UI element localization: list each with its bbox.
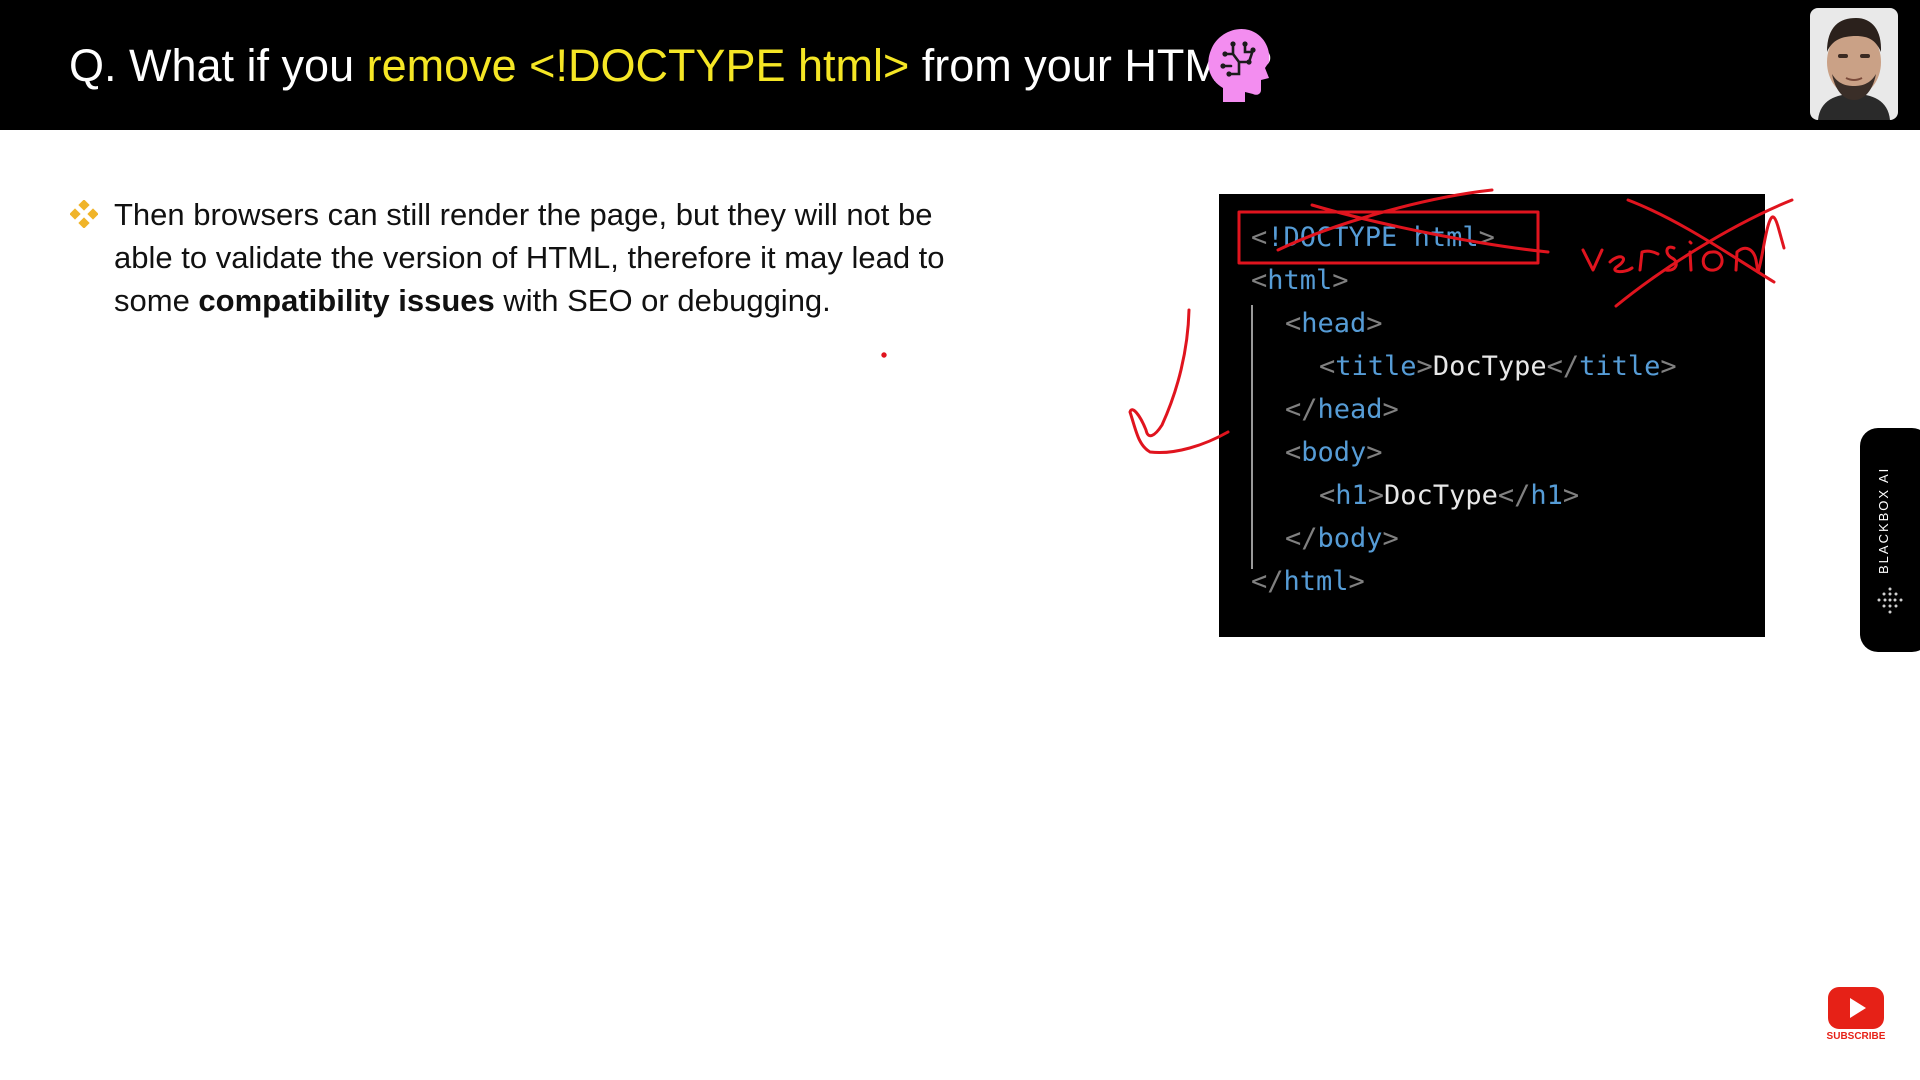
bullet-text: Then browsers can still render the page,…	[114, 193, 994, 322]
code-line-body-close: </body>	[1285, 523, 1399, 554]
code-line-h1: <h1>DocType</h1>	[1319, 480, 1580, 511]
diamond-bullet-icon	[70, 200, 98, 228]
bullet-text-post: with SEO or debugging.	[494, 283, 831, 318]
blackbox-ai-label[interactable]: BLACKBOX AI	[1876, 460, 1906, 580]
title-pre: Q. What if you	[69, 40, 367, 91]
code-line-doctype: <!DOCTYPE html>	[1251, 222, 1495, 253]
subscribe-label[interactable]: SUBSCRIBE	[1820, 1031, 1892, 1042]
slide-title: Q. What if you remove <!DOCTYPE html> fr…	[69, 40, 1272, 92]
code-line-body-open: <body>	[1285, 437, 1383, 468]
bullet-text-bold: compatibility issues	[198, 283, 495, 318]
header-bar: Q. What if you remove <!DOCTYPE html> fr…	[0, 0, 1920, 130]
title-highlight: remove <!DOCTYPE html>	[366, 40, 910, 91]
curved-arrow	[1128, 308, 1230, 455]
presenter-avatar	[1810, 8, 1898, 120]
dots-grid-icon[interactable]	[1875, 586, 1905, 616]
code-line-head-open: <head>	[1285, 308, 1383, 339]
code-line-html-open: <html>	[1251, 265, 1349, 296]
code-snippet: <!DOCTYPE html> <html> <head> <title>Doc…	[1219, 194, 1765, 637]
code-line-title: <title>DocType</title>	[1319, 351, 1677, 382]
code-line-head-close: </head>	[1285, 394, 1399, 425]
code-line-html-close: </html>	[1251, 566, 1365, 597]
brain-icon	[1208, 28, 1270, 102]
youtube-play-icon[interactable]	[1828, 987, 1884, 1029]
indent-guide	[1251, 305, 1253, 569]
